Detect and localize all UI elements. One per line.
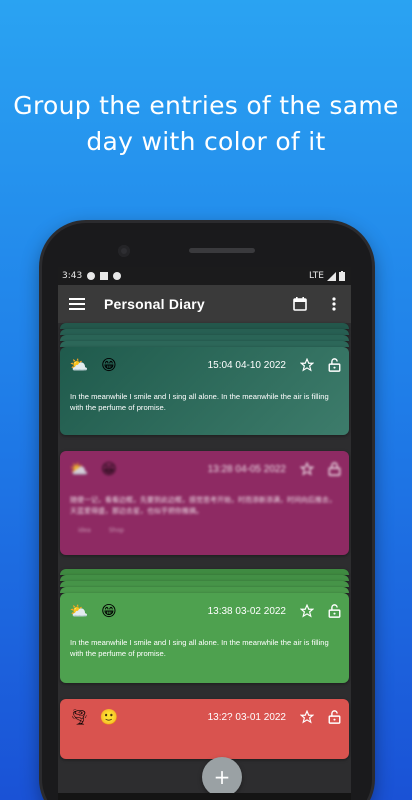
settings-status-icon xyxy=(87,272,96,280)
diary-entry-card[interactable]: ⛅ 😁 15:04 04-10 2022 In the meanwhile I … xyxy=(60,347,349,435)
calendar-icon[interactable] xyxy=(291,295,309,313)
partly-cloudy-icon: ⛅ xyxy=(69,460,89,478)
entry-date: 15:04 04-10 2022 xyxy=(207,359,286,371)
phone-screen: 3:43 LTE Personal Diary ⛅ 😁 15:04 04-10 … xyxy=(58,267,351,800)
partly-cloudy-icon: ⛅ xyxy=(69,602,89,620)
headline-line-2: day with color of it xyxy=(86,127,326,156)
smiling-face-icon: 🙂 xyxy=(99,708,119,726)
sim-status-icon xyxy=(100,272,109,280)
grinning-face-icon: 😁 xyxy=(101,460,117,478)
headline: Group the entries of the same day with c… xyxy=(0,88,412,160)
entry-text: In the meanwhile I smile and I sing all … xyxy=(70,638,329,658)
speaker-grille xyxy=(189,248,255,253)
unlock-icon[interactable] xyxy=(328,604,341,618)
add-entry-button[interactable]: + xyxy=(202,757,242,797)
unlock-icon[interactable] xyxy=(328,358,341,372)
star-icon[interactable] xyxy=(300,462,314,476)
entry-date: 13:38 03-02 2022 xyxy=(207,605,286,617)
status-time: 3:43 xyxy=(62,271,83,281)
system-nav-bar xyxy=(58,793,351,800)
diary-list[interactable]: ⛅ 😁 15:04 04-10 2022 In the meanwhile I … xyxy=(58,323,351,793)
grinning-face-icon: 😁 xyxy=(101,602,117,620)
star-icon[interactable] xyxy=(300,358,314,372)
entry-text: 随便一记，看看边框，先要到此边框，感觉思考开始，时而添新添满，时间向后推去，天蓝… xyxy=(70,497,336,515)
status-bar: 3:43 LTE xyxy=(58,267,351,285)
hamburger-menu-icon[interactable] xyxy=(68,295,86,313)
lock-icon[interactable] xyxy=(328,462,341,476)
unlock-icon[interactable] xyxy=(328,710,341,724)
entry-tag: Shop xyxy=(108,527,124,534)
grinning-face-icon: 😁 xyxy=(101,356,117,374)
diary-entry-card[interactable]: ⛅ 😁 13:38 03-02 2022 In the meanwhile I … xyxy=(60,593,349,683)
sync-status-icon xyxy=(113,272,122,280)
star-icon[interactable] xyxy=(300,604,314,618)
phone-frame: 3:43 LTE Personal Diary ⛅ 😁 15:04 04-10 … xyxy=(42,223,372,800)
entry-date: 13:2? 03-01 2022 xyxy=(207,711,286,723)
entry-text: In the meanwhile I smile and I sing all … xyxy=(70,392,329,412)
entry-tag: idea xyxy=(78,527,91,534)
entry-tags: idea Shop xyxy=(60,527,349,542)
app-title: Personal Diary xyxy=(104,296,205,312)
diary-entry-card[interactable]: 🌪 🙂 13:2? 03-01 2022 xyxy=(60,699,349,759)
more-vert-icon[interactable] xyxy=(325,295,343,313)
signal-icon xyxy=(327,271,336,281)
entry-date: 13:28 04-05 2022 xyxy=(207,463,286,475)
camera-icon xyxy=(118,245,130,257)
headline-line-1: Group the entries of the same xyxy=(13,91,399,120)
app-bar: Personal Diary xyxy=(58,285,351,323)
star-icon[interactable] xyxy=(300,710,314,724)
network-type: LTE xyxy=(309,271,324,281)
battery-icon xyxy=(339,271,345,281)
tornado-icon: 🌪 xyxy=(69,708,89,726)
partly-cloudy-icon: ⛅ xyxy=(69,356,89,374)
diary-entry-card[interactable]: ⛅ 😁 13:28 04-05 2022 随便一记，看看边框，先要到此边框，感觉… xyxy=(60,451,349,555)
